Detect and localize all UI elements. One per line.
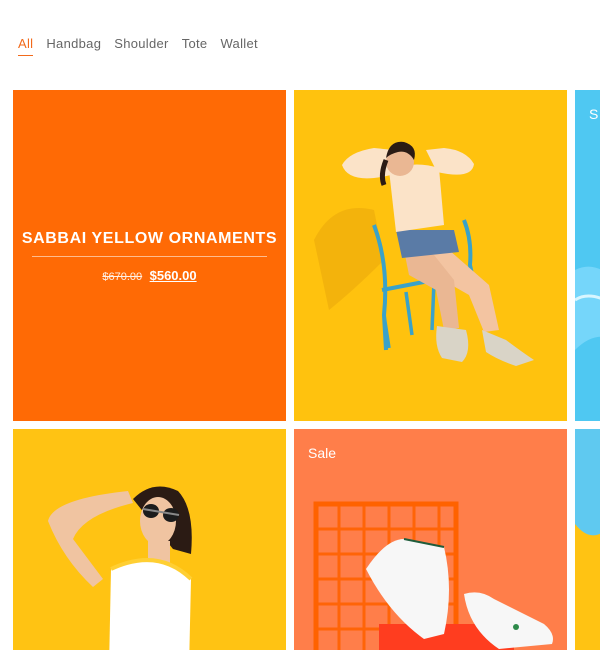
- sale-badge-partial: S: [589, 106, 599, 122]
- sale-badge: Sale: [308, 445, 337, 461]
- sneakers-image: [313, 501, 553, 650]
- new-price[interactable]: $560.00: [150, 268, 197, 283]
- tab-tote[interactable]: Tote: [182, 36, 208, 56]
- tab-shoulder[interactable]: Shoulder: [114, 36, 168, 56]
- partial-image: [575, 429, 600, 536]
- promo-price: $670.00 $560.00: [13, 267, 286, 285]
- tab-all[interactable]: All: [18, 36, 34, 56]
- promo-divider: [32, 256, 267, 257]
- promo-title[interactable]: SABBAI YELLOW ORNAMENTS: [13, 230, 286, 248]
- product-tile-blue-partial[interactable]: S: [575, 90, 600, 421]
- old-price: $670.00: [102, 271, 143, 283]
- product-tile-sneakers[interactable]: Sale: [294, 429, 567, 650]
- product-tile-partial[interactable]: [575, 429, 600, 650]
- product-tile-woman-chair[interactable]: [294, 90, 567, 421]
- water-image: [575, 266, 600, 350]
- tab-handbag[interactable]: Handbag: [46, 36, 101, 56]
- category-tabs: All Handbag Shoulder Tote Wallet: [18, 36, 258, 56]
- promo-tile[interactable]: SABBAI YELLOW ORNAMENTS $670.00 $560.00: [13, 90, 286, 421]
- woman-sunglasses-image: [48, 486, 193, 650]
- woman-chair-image: [314, 141, 534, 366]
- product-tile-woman-sunglasses[interactable]: [13, 429, 286, 650]
- tab-wallet[interactable]: Wallet: [220, 36, 257, 56]
